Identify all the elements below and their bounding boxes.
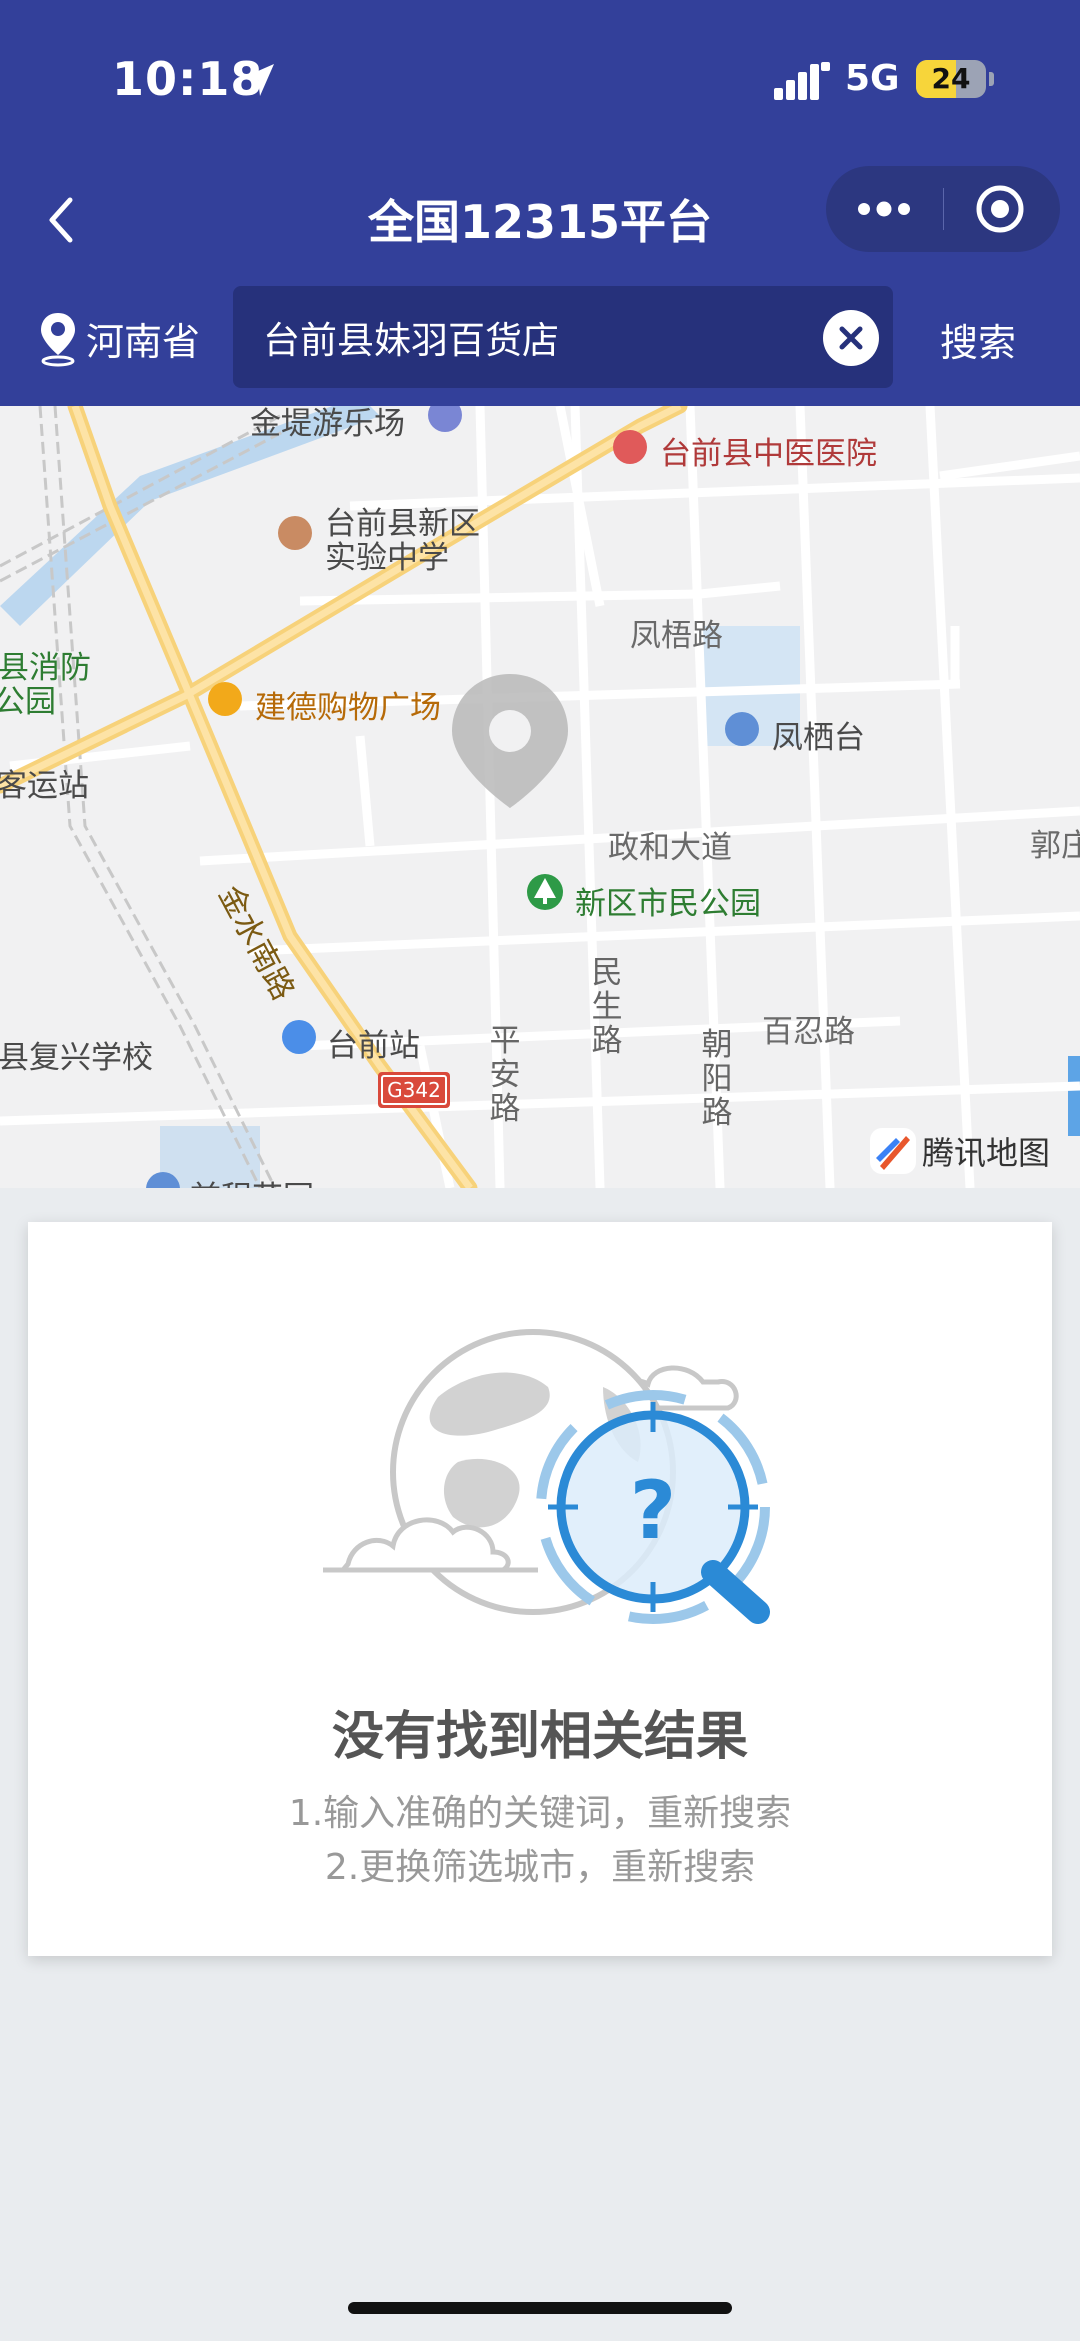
map-label-minsheng: 民生路 (591, 955, 623, 1059)
map-view[interactable]: 金堤游乐场 台前县中医医院 台前县新区 实验中学 县消防 公园 客运站 建德购物… (0, 406, 1080, 1188)
map-label-chaoyang: 朝阳路 (701, 1027, 733, 1131)
map-label-school-2: 实验中学 (325, 540, 449, 576)
region-selector[interactable]: 河南省 (36, 308, 200, 368)
navigation-bar: 全国12315平台 (0, 160, 1080, 280)
empty-tip-1: 1.输入准确的关键词，重新搜索 (288, 1793, 792, 1834)
highway-shield: G342 (387, 1078, 441, 1102)
map-label-pingan: 平安路 (489, 1023, 521, 1127)
battery-icon: 24 (916, 60, 986, 98)
svg-text:?: ? (630, 1464, 676, 1557)
map-attribution-text: 腾讯地图 (922, 1134, 1051, 1172)
station-icon (282, 1020, 316, 1054)
no-result-illustration: ? (323, 1329, 770, 1624)
map-roads (0, 406, 1080, 1188)
map-label-school-2b: 县复兴学校 (0, 1040, 153, 1076)
region-label: 河南省 (86, 319, 201, 364)
map-label-baiyin: 百忍路 (762, 1014, 855, 1050)
map-label-park: 新区市民公园 (575, 886, 761, 922)
map-label-fengqi: 凤栖台 (772, 720, 865, 756)
more-icon[interactable] (826, 166, 943, 252)
battery-level: 24 (931, 62, 971, 95)
network-type: 5G (845, 58, 900, 99)
residence-icon (725, 712, 759, 746)
map-label-zhenghe: 政和大道 (608, 830, 732, 866)
map-label-fengwu: 凤梧路 (630, 618, 723, 654)
map-label-hospital: 台前县中医医院 (660, 436, 877, 472)
map-label-amusement: 金堤游乐场 (250, 406, 405, 442)
search-button[interactable]: 搜索 (940, 312, 1016, 367)
search-input[interactable]: 台前县妹羽百货店 (233, 286, 893, 388)
empty-tip-2: 2.更换筛选城市，重新搜索 (324, 1847, 756, 1888)
home-indicator[interactable] (348, 2302, 732, 2314)
map-label-fire-2: 公园 (0, 684, 56, 720)
location-arrow-icon (242, 64, 274, 96)
header: 10:18 5G 24 全国12315平台 河南省 台前县妹羽百货店 搜索 (0, 0, 1080, 406)
map-label-garden: 前程花园 (190, 1172, 314, 1188)
empty-result-card: ? 没有找到相关结果 1.输入准确的关键词，重新搜索 2.更换筛选城市，重新搜索 (28, 1222, 1052, 1956)
hospital-icon (613, 430, 647, 464)
status-bar: 10:18 5G 24 (0, 0, 1080, 160)
battery-nub (989, 72, 994, 86)
map-label-mall: 建德购物广场 (255, 690, 441, 726)
location-pin-icon (41, 313, 75, 367)
mall-icon (208, 682, 242, 716)
search-query: 台前县妹羽百货店 (263, 319, 559, 362)
map-label-guo: 郭庄 (1030, 828, 1080, 864)
map-label-bus: 客运站 (0, 768, 89, 804)
map-attribution: 腾讯地图 (870, 1128, 1050, 1174)
empty-title: 没有找到相关结果 (331, 1707, 748, 1767)
close-miniprogram-icon[interactable] (944, 166, 1060, 252)
clear-icon[interactable] (823, 310, 879, 366)
tencent-map-logo-icon (870, 1128, 916, 1174)
search-row: 河南省 台前县妹羽百货店 搜索 (0, 280, 1080, 406)
mini-program-capsule (826, 166, 1060, 252)
school-icon (278, 516, 312, 550)
map-label-station: 台前站 (327, 1028, 420, 1064)
signal-icon (774, 62, 830, 100)
